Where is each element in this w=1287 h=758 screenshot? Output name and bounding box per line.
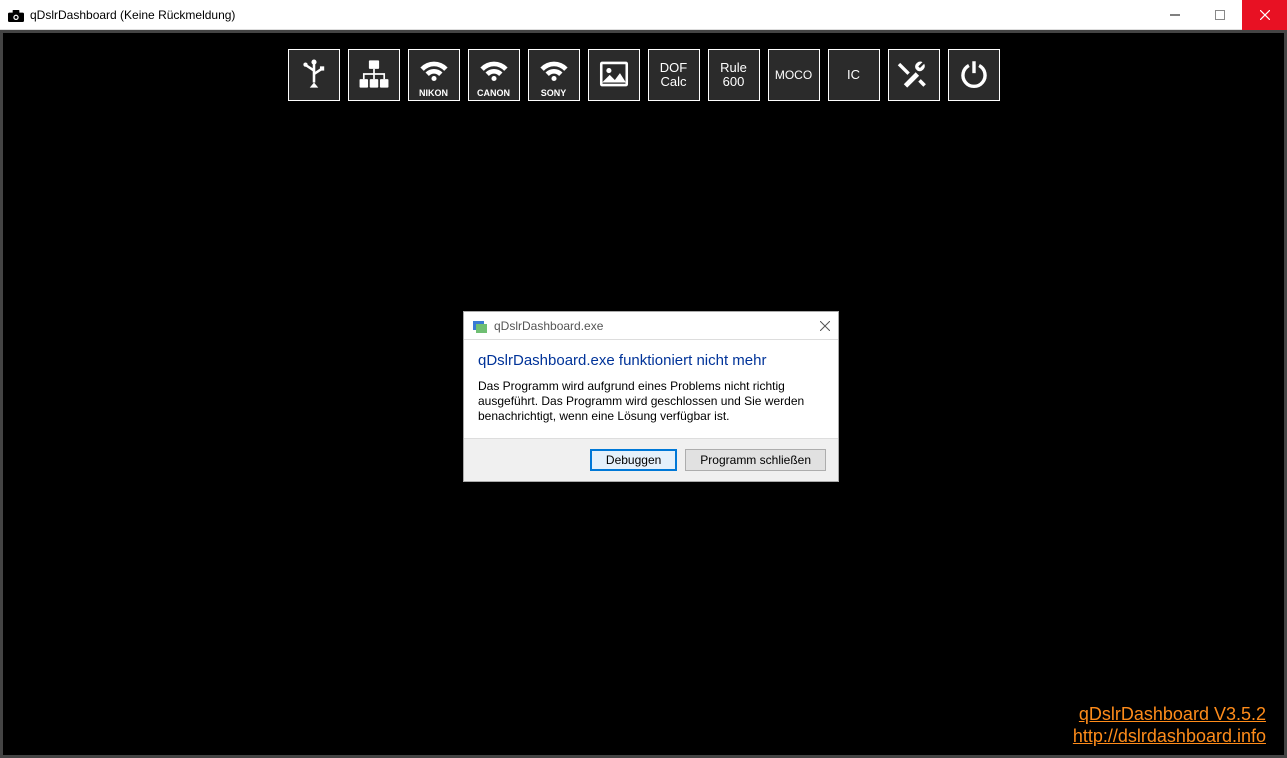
dialog-body: qDslrDashboard.exe funktioniert nicht me… [464, 340, 838, 438]
maximize-button[interactable] [1197, 0, 1242, 30]
toolbar: NIKON CANON [3, 33, 1284, 101]
wifi-icon [537, 53, 571, 90]
power-button[interactable] [948, 49, 1000, 101]
dialog-close-button[interactable] [820, 318, 830, 334]
wifi-icon [417, 53, 451, 90]
titlebar: qDslrDashboard (Keine Rückmeldung) [0, 0, 1287, 30]
ic-label: IC [847, 68, 860, 82]
window-controls [1152, 0, 1287, 30]
dialog-heading: qDslrDashboard.exe funktioniert nicht me… [478, 352, 824, 369]
close-button[interactable] [1242, 0, 1287, 30]
usb-button[interactable] [288, 49, 340, 101]
nikon-label: NIKON [419, 88, 448, 98]
ic-button[interactable]: IC [828, 49, 880, 101]
dof-line2: Calc [660, 75, 686, 89]
gallery-button[interactable] [588, 49, 640, 101]
moco-button[interactable]: MOCO [768, 49, 820, 101]
dialog-titlebar: qDslrDashboard.exe [464, 312, 838, 340]
canon-label: CANON [477, 88, 510, 98]
image-icon [597, 57, 631, 94]
network-button[interactable] [348, 49, 400, 101]
network-icon [357, 57, 391, 94]
website-link[interactable]: http://dslrdashboard.info [1073, 725, 1266, 747]
dialog-text: Das Programm wird aufgrund eines Problem… [478, 379, 824, 424]
footer: qDslrDashboard V3.5.2 http://dslrdashboa… [1073, 703, 1266, 747]
tools-icon [897, 57, 931, 94]
dof-line1: DOF [660, 61, 687, 75]
power-icon [957, 57, 991, 94]
camera-icon [8, 9, 24, 21]
rule-line1: Rule [720, 61, 747, 75]
version-link[interactable]: qDslrDashboard V3.5.2 [1073, 703, 1266, 725]
sony-wifi-button[interactable]: SONY [528, 49, 580, 101]
canon-wifi-button[interactable]: CANON [468, 49, 520, 101]
debug-button[interactable]: Debuggen [590, 449, 677, 471]
app-crash-icon [472, 318, 488, 334]
tools-button[interactable] [888, 49, 940, 101]
wifi-icon [477, 53, 511, 90]
rule-600-button[interactable]: Rule 600 [708, 49, 760, 101]
main-window: qDslrDashboard (Keine Rückmeldung) [0, 0, 1287, 758]
usb-icon [297, 57, 331, 94]
client-area: NIKON CANON [0, 30, 1287, 758]
sony-label: SONY [541, 88, 567, 98]
close-program-button[interactable]: Programm schließen [685, 449, 826, 471]
dialog-title: qDslrDashboard.exe [494, 319, 603, 333]
dialog-button-row: Debuggen Programm schließen [464, 438, 838, 481]
error-dialog: qDslrDashboard.exe qDslrDashboard.exe fu… [463, 311, 839, 482]
rule-line2: 600 [723, 75, 745, 89]
minimize-button[interactable] [1152, 0, 1197, 30]
dof-calc-button[interactable]: DOF Calc [648, 49, 700, 101]
window-title: qDslrDashboard (Keine Rückmeldung) [30, 8, 235, 22]
moco-label: MOCO [775, 68, 812, 82]
nikon-wifi-button[interactable]: NIKON [408, 49, 460, 101]
